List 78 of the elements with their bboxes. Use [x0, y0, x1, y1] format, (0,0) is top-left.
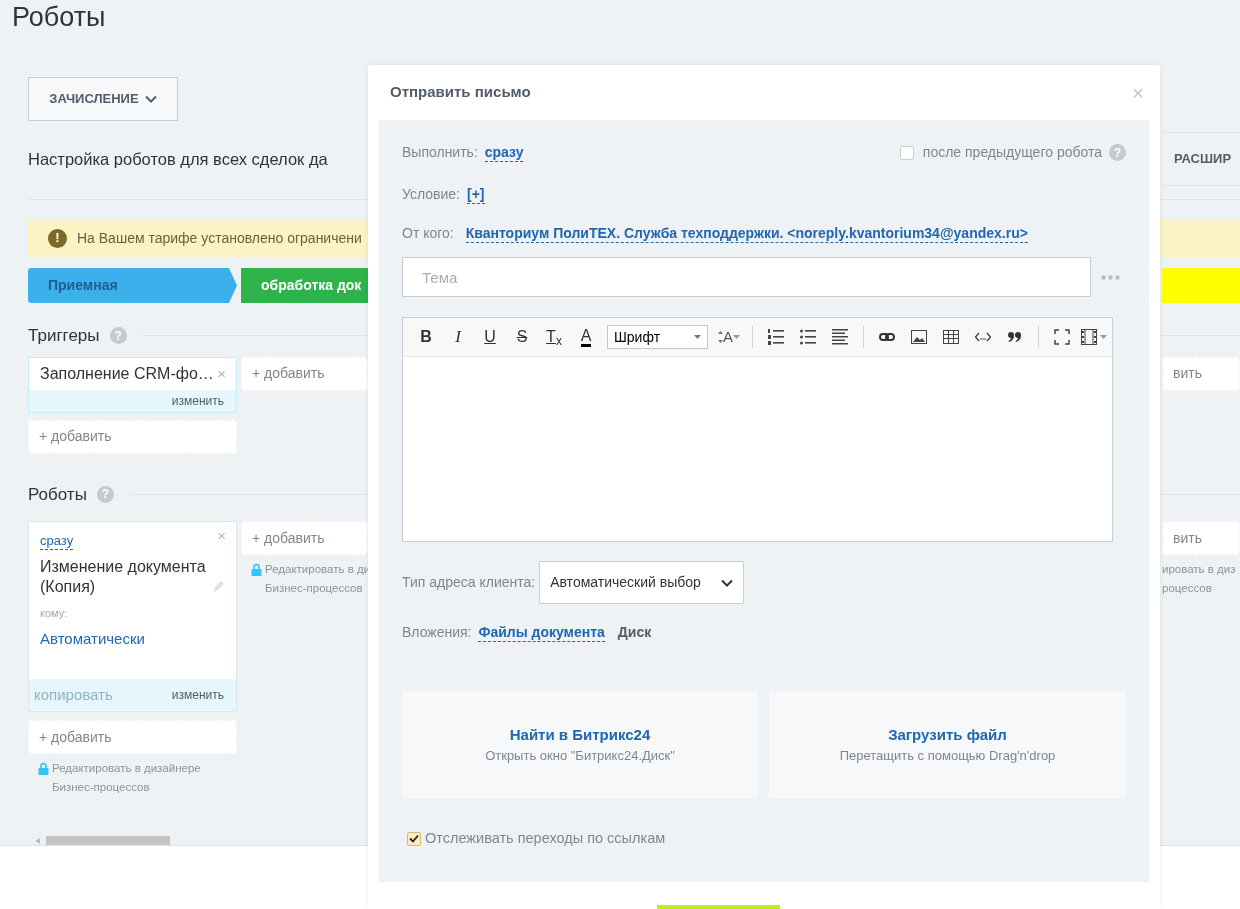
upload-hint: Открыть окно "Битрикс24.Диск": [485, 747, 675, 765]
bullet-list-icon: [800, 329, 816, 345]
numbered-list-icon: [768, 329, 784, 345]
designer-link[interactable]: Редактировать в дизайнере Бизнес-процессов: [52, 759, 201, 797]
text-color-button[interactable]: A: [571, 324, 601, 350]
attachment-source-tab[interactable]: Файлы документа: [478, 622, 605, 643]
field-label: От кого:: [402, 224, 454, 243]
field-label: Выполнить:: [402, 143, 478, 162]
checkbox[interactable]: [407, 831, 421, 846]
address-type-select[interactable]: Автоматический выбор: [539, 561, 745, 604]
align-icon: [832, 329, 848, 345]
stage-tab[interactable]: Приемная: [28, 268, 237, 303]
lock-icon: [38, 762, 49, 775]
add-trigger-button[interactable]: + добавить: [28, 419, 237, 454]
upload-zone[interactable]: Найти в Битрикс24 Открыть окно "Битрикс24.Диск": [402, 691, 758, 798]
subject-field[interactable]: Тема: [402, 257, 1091, 297]
dialog-title: Отправить письмо: [390, 82, 531, 103]
designer-link[interactable]: ировать в диз роцессов: [1162, 560, 1236, 598]
table-icon: [943, 329, 959, 345]
italic-button[interactable]: I: [443, 324, 473, 350]
upload-zone[interactable]: Загрузить файл Перетащить с помощью Drag'n'drop: [769, 691, 1126, 798]
delay-link[interactable]: сразу: [40, 533, 74, 550]
size-arrows-icon: [718, 331, 723, 343]
strikethrough-button[interactable]: S: [507, 324, 537, 350]
add-robot-button[interactable]: + добавить: [28, 720, 237, 754]
add-robot-button[interactable]: вить: [1162, 521, 1240, 555]
settings-text: Настройка роботов для всех сделок да: [28, 148, 329, 170]
category-button[interactable]: ЗАЧИСЛЕНИЕ: [28, 77, 178, 121]
upload-title[interactable]: Загрузить файл: [888, 723, 1007, 746]
checkbox[interactable]: [899, 145, 914, 160]
checkbox-label: Отслеживать переходы по ссылкам: [425, 829, 666, 848]
video-icon: [1081, 329, 1097, 345]
trigger-title: Заполнение CRM-фо…: [40, 363, 214, 384]
upload-hint: Перетащить с помощью Drag'n'drop: [839, 747, 1056, 765]
execute-link[interactable]: сразу: [484, 142, 524, 163]
field-label: Условие:: [402, 185, 460, 204]
chevron-down-icon: [721, 578, 734, 587]
font-size-button[interactable]: A: [714, 324, 744, 350]
add-trigger-button[interactable]: + добавить: [241, 356, 368, 391]
quote-icon: [1007, 329, 1023, 345]
field-label: Вложения:: [402, 623, 472, 642]
scrollbar-thumb[interactable]: [46, 836, 170, 845]
checkbox-label: после предыдущего робота: [922, 143, 1102, 162]
check-icon: [409, 834, 419, 844]
caret-icon: [733, 335, 740, 339]
scroll-left-icon: [35, 837, 40, 844]
edit-link[interactable]: изменить: [171, 686, 224, 704]
caret-icon: [694, 335, 701, 339]
fullscreen-icon: [1054, 329, 1070, 345]
page-title: Роботы: [11, 1, 107, 34]
recipient-link[interactable]: Автоматически: [40, 627, 145, 650]
chevron-down-icon: [144, 95, 157, 103]
font-select[interactable]: Шрифт: [607, 325, 708, 349]
sender-link[interactable]: Кванториум ПолиТЕХ. Служба техподдержки. <noreply.kvantorium34@yandex.ru>: [465, 223, 1028, 244]
condition-link[interactable]: [+]: [467, 184, 485, 205]
caret-icon: [1100, 335, 1107, 339]
underline-button[interactable]: U: [475, 324, 505, 350]
upload-title[interactable]: Найти в Битрикс24: [509, 723, 651, 746]
stage-tab[interactable]: обработка док: [241, 268, 368, 303]
attachment-source-tab[interactable]: Диск: [617, 623, 652, 642]
field-label: Тип адреса клиента:: [402, 573, 536, 592]
image-icon: [911, 329, 927, 345]
recipient-label: кому:: [40, 606, 68, 621]
extended-button[interactable]: РАСШИР: [1162, 132, 1240, 186]
pencil-icon: [212, 581, 224, 593]
robot-title: Изменение документа (Копия): [40, 557, 207, 597]
section-title: Триггеры: [28, 325, 100, 347]
bold-button[interactable]: B: [411, 324, 441, 350]
warning-icon: !: [48, 228, 67, 248]
alert-text: На Вашем тарифе установлено ограничени: [77, 228, 362, 248]
add-robot-button[interactable]: + добавить: [241, 521, 368, 555]
clear-format-button[interactable]: T$_{x}$: [539, 324, 569, 350]
more-icon: [1101, 274, 1120, 280]
add-trigger-button[interactable]: вить: [1162, 356, 1240, 391]
trigger-card[interactable]: Заполнение CRM-фо… × изменить: [28, 356, 237, 413]
lock-icon: [251, 563, 262, 576]
text-editor[interactable]: B I U S T$_{x}$ A Шрифт A: [402, 317, 1113, 542]
section-title: Роботы: [28, 483, 87, 506]
